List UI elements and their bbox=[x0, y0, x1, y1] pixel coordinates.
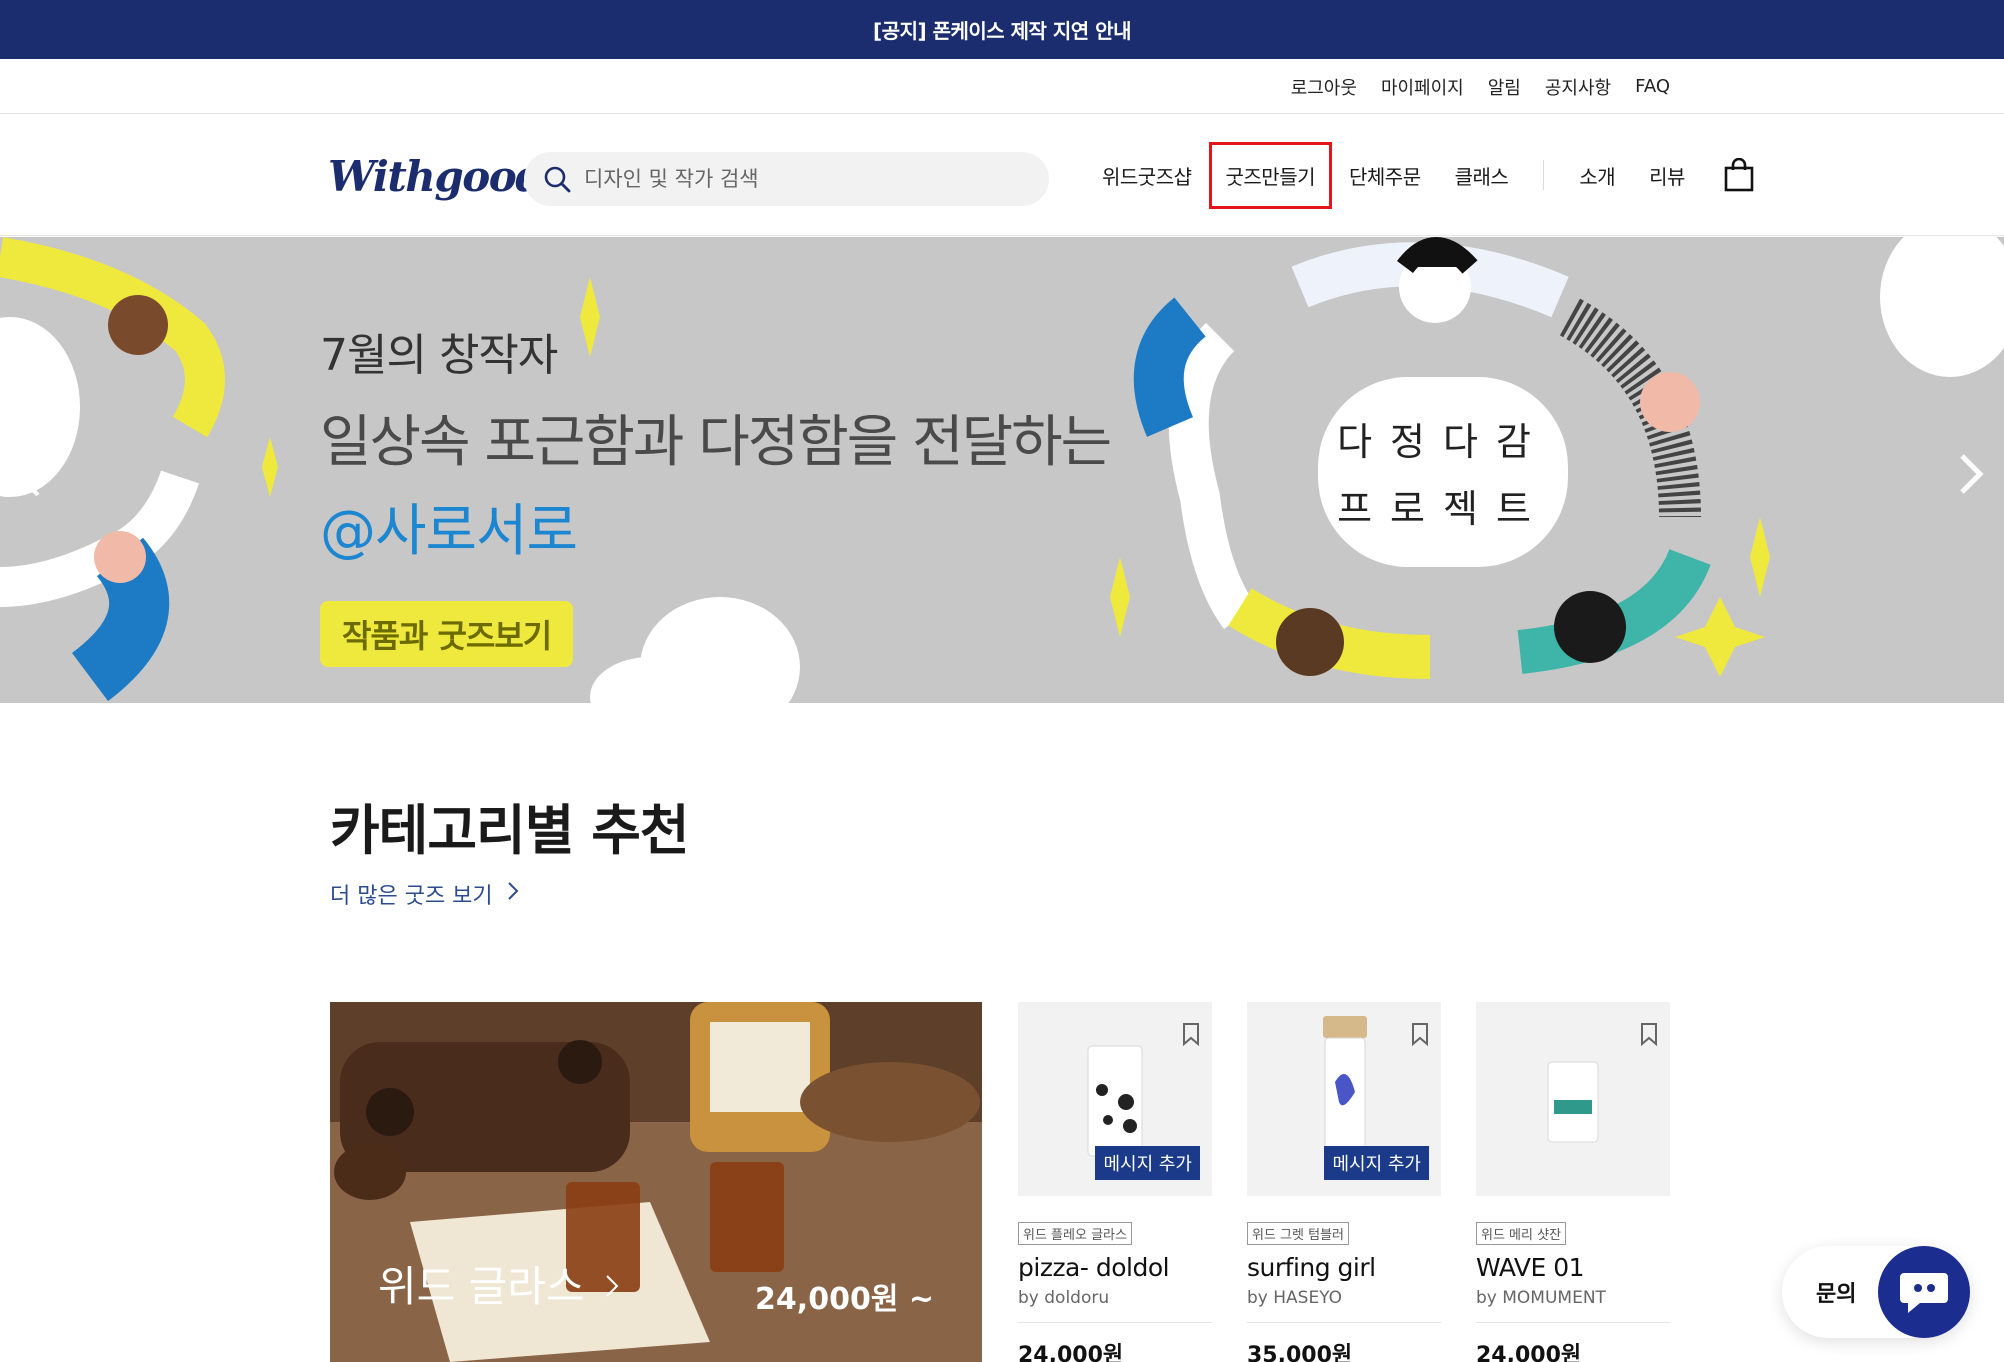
main-nav: 위드굿즈샵 굿즈만들기 단체주문 클래스 소개 리뷰 bbox=[1085, 114, 1754, 236]
product-category: 위드 메리 샷잔 bbox=[1476, 1222, 1567, 1245]
chevron-right-icon bbox=[507, 881, 519, 907]
add-message-badge[interactable]: 메시지 추가 bbox=[1324, 1146, 1429, 1180]
notice-bar[interactable]: [공지] 폰케이스 제작 지연 안내 bbox=[0, 0, 2004, 59]
divider bbox=[1247, 1322, 1441, 1323]
product-name[interactable]: WAVE 01 bbox=[1476, 1253, 1670, 1282]
banner-subtitle: 7월의 창작자 bbox=[320, 330, 558, 381]
product-card[interactable]: 위드 메리 샷잔 WAVE 01 by MOMUMENT 24,000원 bbox=[1476, 1002, 1670, 1362]
product-image[interactable] bbox=[1476, 1002, 1670, 1196]
product-artist[interactable]: by HASEYO bbox=[1247, 1288, 1441, 1308]
main-header: Withgoods 위드굿즈샵 굿즈만들기 단체주문 클래스 소개 리뷰 bbox=[0, 114, 2004, 236]
search-icon[interactable] bbox=[530, 152, 584, 206]
product-image[interactable]: 메시지 추가 bbox=[1247, 1002, 1441, 1196]
banner-author[interactable]: @사로서로 bbox=[320, 486, 1110, 567]
product-price: 24,000원 bbox=[1018, 1343, 1124, 1362]
banner-headline: 일상속 포근함과 다정함을 전달하는 bbox=[320, 410, 1112, 475]
mypage-link[interactable]: 마이페이지 bbox=[1381, 74, 1464, 100]
notifications-link[interactable]: 알림 bbox=[1488, 74, 1521, 100]
faq-link[interactable]: FAQ bbox=[1635, 76, 1670, 97]
hero-banner[interactable]: 7월의 창작자 일상속 포근함과 다정함을 전달하는 @사로서로 작품과 굿즈보… bbox=[0, 237, 2004, 703]
section-title: 카테고리별 추천 bbox=[330, 799, 690, 862]
utility-links: 로그아웃 마이페이지 알림 공지사항 FAQ bbox=[1291, 59, 1670, 114]
nav-group-order[interactable]: 단체주문 bbox=[1332, 161, 1438, 190]
bookmark-icon[interactable] bbox=[1182, 1022, 1200, 1050]
project-cloud-tag: 다정다감 프로젝트 bbox=[1318, 377, 1568, 567]
chat-bubble-icon[interactable] bbox=[1878, 1246, 1970, 1338]
search-bar[interactable] bbox=[524, 152, 1049, 206]
utility-bar: 로그아웃 마이페이지 알림 공지사항 FAQ bbox=[0, 59, 2004, 114]
product-category: 위드 플레오 글라스 bbox=[1018, 1222, 1132, 1245]
product-image[interactable]: 메시지 추가 bbox=[1018, 1002, 1212, 1196]
feature-name[interactable]: 위드 글라스 bbox=[378, 1253, 619, 1314]
logout-link[interactable]: 로그아웃 bbox=[1291, 74, 1357, 100]
nav-about[interactable]: 소개 bbox=[1562, 161, 1632, 190]
banner-text: 7월의 창작자 일상속 포근함과 다정함을 전달하는 @사로서로 작품과 굿즈보… bbox=[320, 319, 1112, 667]
inquiry-chat-button[interactable]: 문의 bbox=[1782, 1246, 1970, 1338]
bookmark-icon[interactable] bbox=[1640, 1022, 1658, 1050]
chevron-right-icon bbox=[605, 1259, 619, 1308]
divider bbox=[1476, 1322, 1670, 1323]
cloud-line-2: 프로젝트 bbox=[1337, 487, 1549, 531]
banner-next-icon[interactable] bbox=[1958, 452, 1986, 500]
nav-class[interactable]: 클래스 bbox=[1438, 161, 1526, 190]
add-message-badge[interactable]: 메시지 추가 bbox=[1095, 1146, 1200, 1180]
feature-price: 24,000원 ~ bbox=[755, 1282, 934, 1317]
more-goods-label[interactable]: 더 많은 굿즈 보기 bbox=[330, 878, 493, 910]
announcements-link[interactable]: 공지사항 bbox=[1545, 74, 1611, 100]
product-card[interactable]: 메시지 추가 위드 그렛 텀블러 surfing girl by HASEYO … bbox=[1247, 1002, 1441, 1362]
product-price: 24,000원 bbox=[1476, 1343, 1582, 1362]
banner-cta-button[interactable]: 작품과 굿즈보기 bbox=[320, 601, 574, 667]
product-artist[interactable]: by MOMUMENT bbox=[1476, 1288, 1670, 1308]
feature-card[interactable]: 위드 글라스 24,000원 ~ bbox=[330, 1002, 982, 1362]
product-card[interactable]: 메시지 추가 위드 플레오 글라스 pizza- doldol by doldo… bbox=[1018, 1002, 1212, 1362]
product-category: 위드 그렛 텀블러 bbox=[1247, 1222, 1349, 1245]
bookmark-icon[interactable] bbox=[1411, 1022, 1429, 1050]
divider bbox=[1018, 1322, 1212, 1323]
cart-icon[interactable] bbox=[1724, 158, 1754, 192]
product-name[interactable]: surfing girl bbox=[1247, 1253, 1441, 1282]
nav-make-goods[interactable]: 굿즈만들기 bbox=[1208, 141, 1332, 209]
more-goods-link[interactable]: 더 많은 굿즈 보기 bbox=[330, 878, 519, 910]
nav-withgoods-shop[interactable]: 위드굿즈샵 bbox=[1085, 161, 1209, 190]
feature-name-label[interactable]: 위드 글라스 bbox=[378, 1253, 585, 1314]
notice-text[interactable]: [공지] 폰케이스 제작 지연 안내 bbox=[873, 15, 1131, 44]
search-input[interactable] bbox=[584, 167, 1024, 191]
banner-prev-icon[interactable] bbox=[18, 459, 42, 503]
product-name[interactable]: pizza- doldol bbox=[1018, 1253, 1212, 1282]
nav-reviews[interactable]: 리뷰 bbox=[1632, 161, 1702, 190]
chat-label[interactable]: 문의 bbox=[1816, 1276, 1856, 1308]
nav-divider bbox=[1543, 160, 1545, 190]
product-price: 35,000원 bbox=[1247, 1343, 1353, 1362]
product-artist[interactable]: by doldoru bbox=[1018, 1288, 1212, 1308]
cloud-line-1: 다정다감 bbox=[1337, 420, 1549, 464]
